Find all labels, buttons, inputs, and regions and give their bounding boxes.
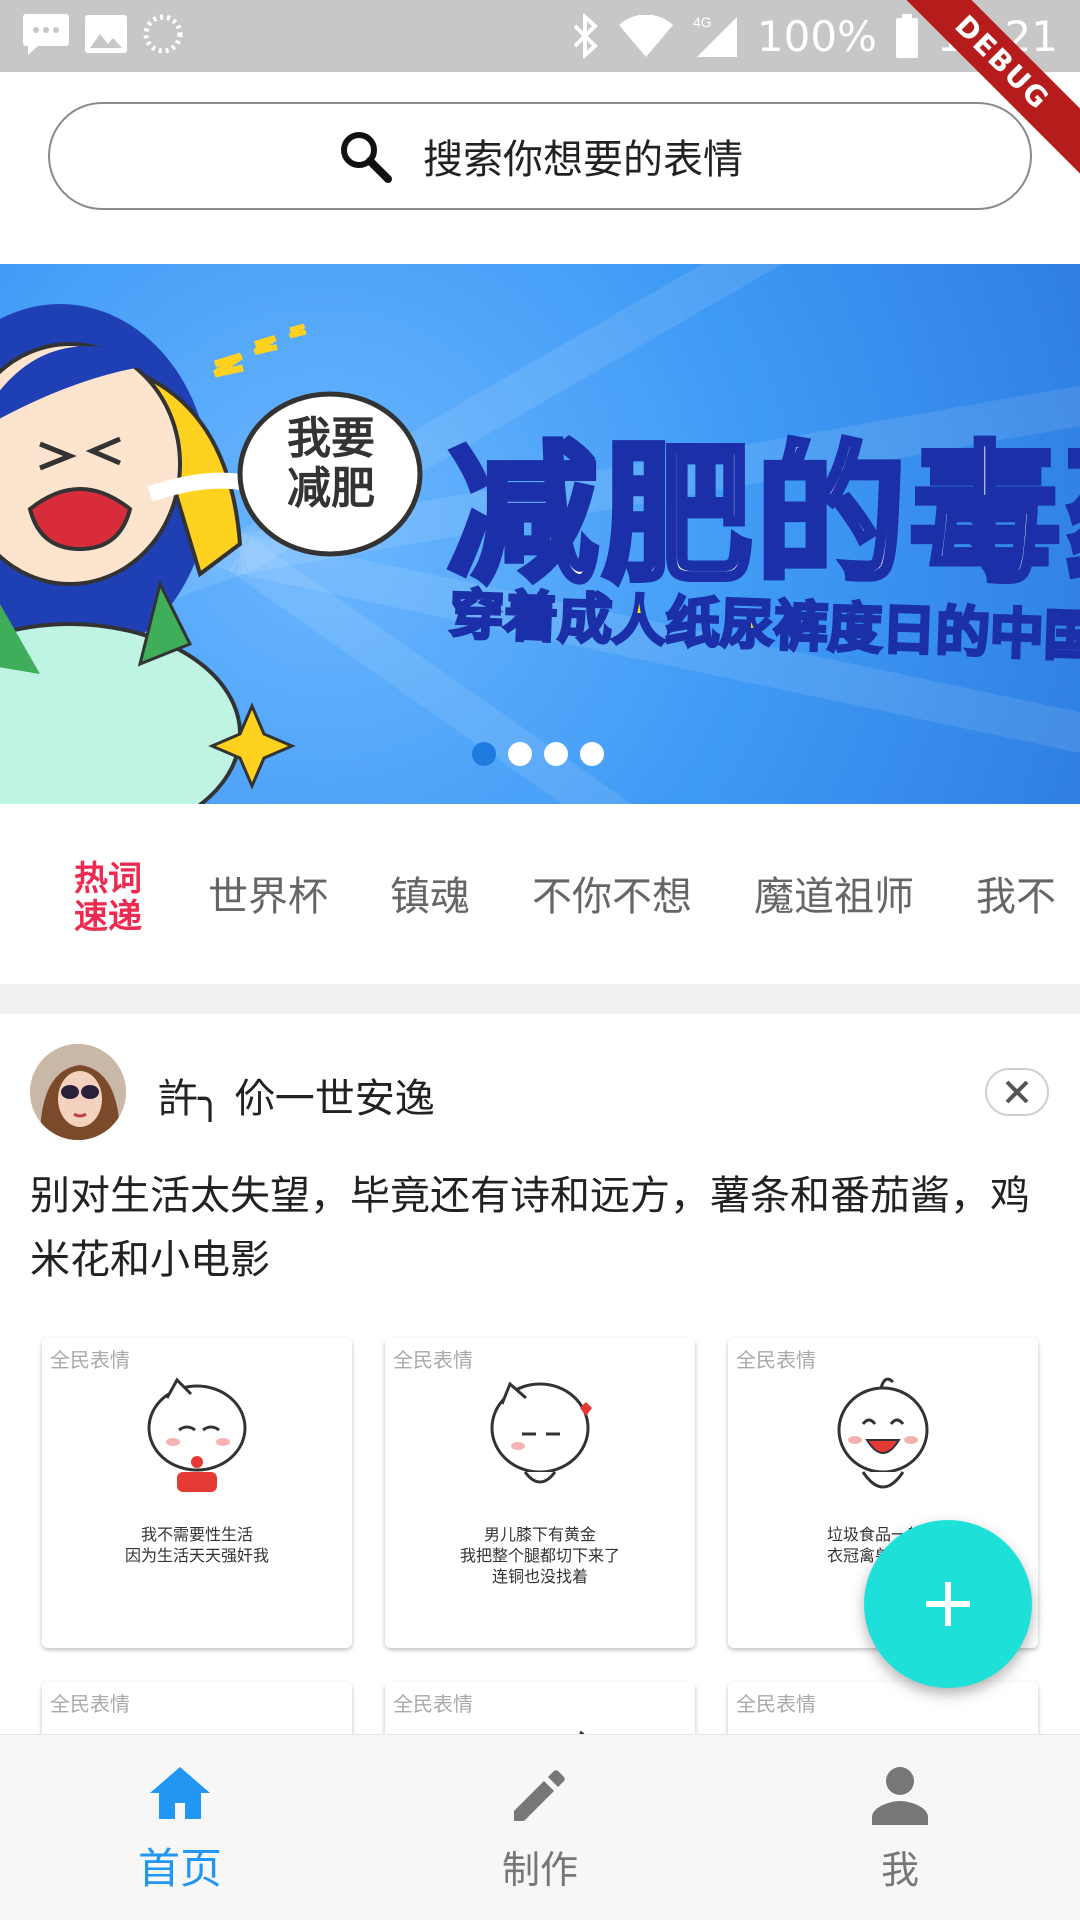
sticker-image	[579, 1730, 585, 1734]
sticker-watermark: 全民表情	[393, 1348, 473, 1372]
home-icon	[150, 1767, 210, 1819]
plus-icon	[926, 1582, 970, 1626]
hot-words-bar: 热词速递 世界杯 镇魂 不你不想 魔道祖师 我不	[0, 804, 1080, 984]
sticker-image	[837, 1377, 929, 1489]
close-icon	[1005, 1080, 1029, 1104]
sticker-card[interactable]: 全民表情	[728, 1682, 1038, 1734]
banner-dot-4[interactable]	[580, 742, 604, 766]
hot-tag[interactable]: 不你不想	[532, 864, 692, 922]
sticker-image	[147, 1377, 247, 1492]
nav-home-label: 首页	[137, 1844, 222, 1893]
status-bar: 4G 100% 16:21 DEBUG	[0, 0, 1080, 186]
loading-icon	[143, 14, 183, 54]
banner-cartoon-girl-illustration	[0, 304, 423, 804]
sticker-watermark: 全民表情	[50, 1348, 130, 1372]
sticker-watermark: 全民表情	[50, 1692, 130, 1716]
post-username[interactable]: 許╮ 伱一世安逸	[158, 1066, 435, 1124]
image-notification-icon	[85, 15, 127, 53]
wifi-icon	[618, 15, 673, 57]
banner-dot-2[interactable]	[508, 742, 532, 766]
sticker-watermark: 全民表情	[393, 1692, 473, 1716]
message-notification-icon	[23, 14, 69, 55]
section-divider	[0, 984, 1080, 1014]
person-icon	[872, 1767, 928, 1825]
promo-banner[interactable]: 我要减肥 减肥的毒药 穿着成人纸尿裤度日的中国女孩们	[0, 264, 1080, 804]
bottom-navigation: 首页 制作 我	[0, 1734, 1080, 1920]
cellular-signal-icon: 4G	[693, 14, 737, 57]
sticker-watermark: 全民表情	[736, 1348, 816, 1372]
hot-tag[interactable]: 世界杯	[208, 864, 328, 922]
banner-page-indicator	[472, 742, 604, 766]
sticker-card[interactable]: 全民表情 男儿膝下有黄金 我把整个腿都切下来了 连铜也没找着	[385, 1338, 695, 1648]
avatar-photo	[30, 1044, 126, 1140]
battery-icon	[895, 14, 918, 58]
dismiss-post-button[interactable]	[985, 1068, 1049, 1116]
banner-dot-1[interactable]	[472, 742, 496, 766]
nav-create[interactable]: 制作	[360, 1735, 720, 1920]
bluetooth-icon	[573, 14, 598, 58]
nav-create-label: 制作	[501, 1848, 578, 1892]
hot-words-badge: 热词速递	[74, 859, 142, 937]
search-area: 搜索你想要的表情	[0, 72, 1080, 242]
sticker-image	[137, 1712, 257, 1734]
hot-tag[interactable]: 魔道祖师	[754, 864, 914, 922]
nav-home[interactable]: 首页	[0, 1735, 360, 1920]
sticker-watermark: 全民表情	[736, 1692, 816, 1716]
sticker-image	[823, 1712, 943, 1734]
post-text: 别对生活太失望，毕竟还有诗和远方，薯条和番茄酱，鸡米花和小电影	[30, 1173, 1030, 1283]
sticker-image	[490, 1381, 592, 1484]
svg-text:4G: 4G	[693, 14, 712, 30]
search-placeholder: 搜索你想要的表情	[423, 137, 743, 183]
avatar[interactable]	[30, 1044, 126, 1140]
sticker-caption: 男儿膝下有黄金 我把整个腿都切下来了 连铜也没找着	[459, 1525, 620, 1586]
search-icon	[341, 132, 392, 183]
hot-tag[interactable]: 镇魂	[390, 864, 470, 922]
search-input[interactable]: 搜索你想要的表情	[48, 102, 1032, 210]
hot-words-list: 世界杯 镇魂 不你不想 魔道祖师 我不	[208, 864, 1056, 922]
hot-tag[interactable]: 我不	[976, 864, 1056, 922]
create-fab-button[interactable]	[864, 1520, 1032, 1688]
sticker-card[interactable]: 全民表情	[42, 1682, 352, 1734]
speech-bubble-text: 我要减肥	[287, 413, 375, 514]
nav-me[interactable]: 我	[720, 1735, 1080, 1920]
nav-me-label: 我	[880, 1848, 919, 1892]
sticker-caption: 我不需要性生活 因为生活天天强奸我	[124, 1525, 269, 1565]
sticker-card[interactable]: 全民表情 我不需要性生活 因为生活天天强奸我	[42, 1338, 352, 1648]
sticker-card[interactable]: 全民表情	[385, 1682, 695, 1734]
banner-dot-3[interactable]	[544, 742, 568, 766]
battery-percent: 100%	[756, 11, 877, 61]
pencil-icon	[514, 1770, 565, 1821]
